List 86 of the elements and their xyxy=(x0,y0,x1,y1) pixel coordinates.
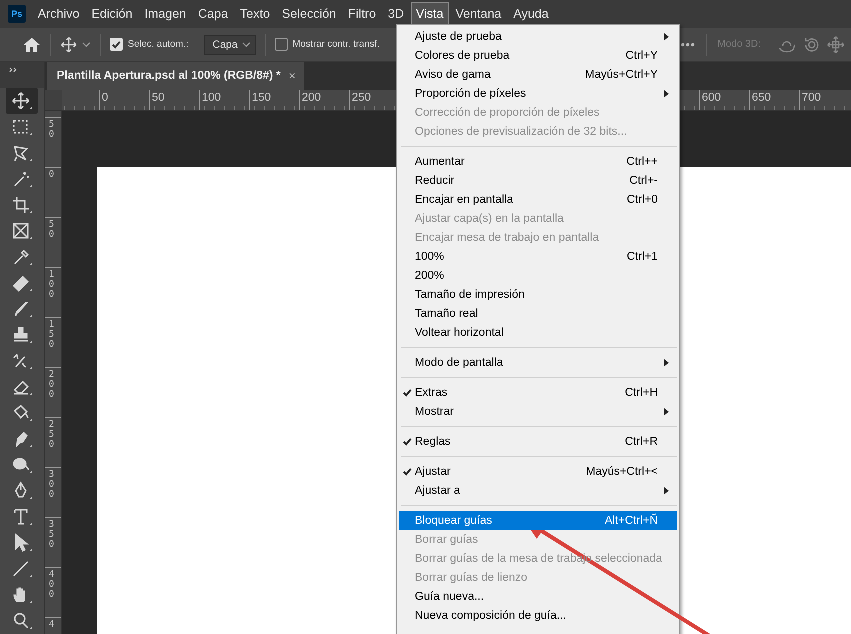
menu-item[interactable]: Ajustar a xyxy=(399,481,677,500)
menu-title[interactable]: Imagen xyxy=(140,2,192,26)
menu-item[interactable]: 100% Ctrl+1 xyxy=(399,247,677,266)
menu-item[interactable]: Tamaño de impresión xyxy=(399,285,677,304)
ruler-label: 300 xyxy=(49,470,54,500)
line-tool-icon xyxy=(11,559,33,579)
ruler-label: 200 xyxy=(49,370,54,400)
ruler-label: 250 xyxy=(49,420,54,450)
shortcut-label: Ctrl+R xyxy=(625,436,658,448)
menu-title[interactable]: 3D xyxy=(383,2,410,26)
menu-title[interactable]: Ayuda xyxy=(508,2,554,26)
home-icon[interactable] xyxy=(23,36,41,52)
menu-item[interactable]: Bloquear guías Alt+Ctrl+Ñ xyxy=(399,511,677,530)
menu-title[interactable]: Vista xyxy=(411,2,449,26)
menu-title[interactable]: Edición xyxy=(86,2,138,26)
menu-item[interactable]: Colores de prueba Ctrl+Y xyxy=(399,46,677,65)
more-icon[interactable] xyxy=(680,42,695,46)
move-tool-icon xyxy=(11,91,33,111)
ruler-label: 0 xyxy=(49,170,54,180)
pan-icon[interactable] xyxy=(827,36,845,54)
menu-item[interactable]: 200% xyxy=(399,266,677,285)
ruler-label: 200 xyxy=(299,90,349,110)
ruler-label: 0 xyxy=(99,90,149,110)
menu-item[interactable]: Nueva composición de guía... xyxy=(399,606,677,625)
shortcut-label: Ctrl+Y xyxy=(626,50,658,62)
ruler-label: 350 xyxy=(49,520,54,550)
expand-icon[interactable] xyxy=(9,67,18,73)
ruler-label: 700 xyxy=(799,90,849,110)
tool-button[interactable] xyxy=(6,88,38,114)
stamp-tool-icon xyxy=(11,325,33,345)
layer-dropdown[interactable]: Capa xyxy=(204,34,256,54)
menu-item[interactable]: Aviso de gama Mayús+Ctrl+Y xyxy=(399,65,677,84)
checkbox-label: Selec. autom.: xyxy=(128,39,189,50)
app-logo[interactable]: Ps xyxy=(8,5,26,23)
ruler-label: 150 xyxy=(249,90,299,110)
shortcut-label: Ctrl+1 xyxy=(627,250,658,262)
menu-item[interactable]: Ajustar Mayús+Ctrl+< xyxy=(399,462,677,481)
chevron-down-icon[interactable] xyxy=(82,42,91,48)
menu-item[interactable]: Reglas Ctrl+R xyxy=(399,432,677,451)
menu-item[interactable]: Encajar en pantalla Ctrl+0 xyxy=(399,190,677,209)
shortcut-label: Mayús+Ctrl+Y xyxy=(585,68,658,80)
lasso-tool-icon xyxy=(11,143,33,163)
ruler-label: 100 xyxy=(199,90,249,110)
menu-item[interactable]: Reducir Ctrl+- xyxy=(399,171,677,190)
checkbox-label: Mostrar contr. transf. xyxy=(292,39,380,50)
menu-title[interactable]: Capa xyxy=(193,2,234,26)
ruler-label: 600 xyxy=(699,90,749,110)
shortcut-label: Alt+Ctrl+Ñ xyxy=(604,514,658,526)
ruler-label: 50 xyxy=(49,120,54,140)
menu-item[interactable]: Aumentar Ctrl++ xyxy=(399,152,677,171)
menu-item[interactable]: Tamaño real xyxy=(399,304,677,323)
rotate-icon[interactable] xyxy=(803,36,821,54)
shortcut-label: Mayús+Ctrl+< xyxy=(586,466,658,478)
ruler-label: 100 xyxy=(49,270,54,300)
menu-item[interactable]: Extras Ctrl+H xyxy=(399,383,677,402)
ruler-label: 4 xyxy=(49,620,54,630)
ruler-label: 400 xyxy=(49,570,54,600)
menu-item[interactable]: Mostrar xyxy=(399,402,677,421)
menu-item[interactable]: Guía nueva... xyxy=(399,587,677,606)
menu-title[interactable]: Ventana xyxy=(450,2,507,26)
menu-item[interactable]: Voltear horizontal xyxy=(399,323,677,342)
tab-title: Plantilla Apertura.psd al 100% (RGB/8#) * xyxy=(57,70,281,82)
close-tab-button[interactable]: × xyxy=(288,69,296,83)
document-tab[interactable]: Plantilla Apertura.psd al 100% (RGB/8#) * × xyxy=(47,62,304,90)
menu-item[interactable]: Modo de pantalla xyxy=(399,353,677,372)
menu-title[interactable]: Texto xyxy=(235,2,276,26)
bucket-tool-icon xyxy=(11,403,33,423)
checkbox[interactable] xyxy=(274,38,288,51)
ruler-label: 50 xyxy=(149,90,199,110)
menu-item[interactable]: Ajuste de prueba xyxy=(399,27,677,46)
shortcut-label: Ctrl++ xyxy=(626,156,658,168)
shortcut-label: Ctrl+H xyxy=(625,386,658,398)
hand-tool-icon xyxy=(11,585,33,605)
move-icon[interactable] xyxy=(60,36,78,54)
menu-title[interactable]: Selección xyxy=(277,2,342,26)
ruler-label: 150 xyxy=(49,320,54,350)
chevron-down-icon xyxy=(242,42,251,48)
frame-tool-icon xyxy=(11,221,33,241)
menu-title[interactable]: Filtro xyxy=(343,2,382,26)
menu-title[interactable]: Archivo xyxy=(33,2,85,26)
shortcut-label: Ctrl+0 xyxy=(627,194,658,206)
crop-tool-icon xyxy=(11,195,33,215)
ruler-label: 50 xyxy=(49,220,54,240)
ruler-label: 650 xyxy=(749,90,799,110)
shortcut-label: Ctrl+- xyxy=(630,174,658,186)
menu-item[interactable]: Proporción de píxeles xyxy=(399,84,677,103)
